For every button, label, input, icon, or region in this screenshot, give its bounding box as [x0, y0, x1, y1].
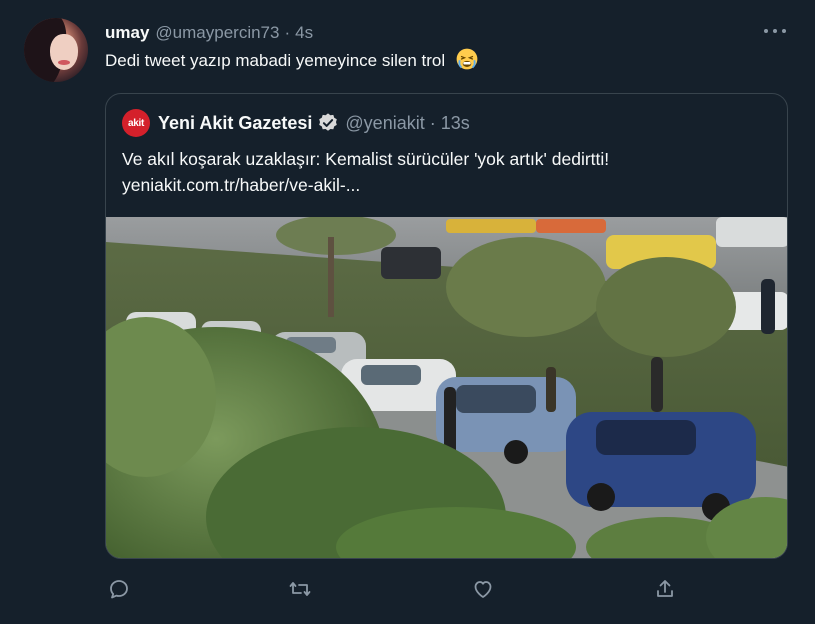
verified-badge-icon — [319, 113, 338, 131]
separator-dot: · — [284, 23, 291, 42]
reply-icon[interactable] — [107, 577, 131, 601]
tweet-actions — [105, 574, 685, 604]
quoted-body: Ve akıl koşarak uzaklaşır: Kemalist sürü… — [122, 149, 610, 169]
display-name[interactable]: umay — [105, 23, 149, 43]
retweet-icon[interactable] — [288, 577, 312, 601]
tweet-text: Dedi tweet yazıp mabadi yemeyince silen … — [105, 48, 478, 73]
tweet-header: umay @umaypercin73 · 4s — [105, 22, 313, 44]
weary-face-emoji-icon — [456, 48, 478, 70]
quoted-link[interactable]: yeniakit.com.tr/haber/ve-akil-... — [122, 172, 609, 198]
quoted-handle[interactable]: @yeniakit — [345, 113, 424, 134]
avatar[interactable] — [24, 18, 88, 82]
share-icon[interactable] — [653, 577, 677, 601]
quoted-tweet[interactable]: akit Yeni Akit Gazetesi @yeniakit · 13s … — [105, 93, 788, 559]
quoted-media-image[interactable] — [106, 217, 788, 559]
user-handle[interactable]: @umaypercin73 — [155, 23, 279, 43]
separator-dot: · — [429, 112, 436, 133]
quoted-timestamp[interactable]: 13s — [441, 113, 470, 134]
quoted-display-name[interactable]: Yeni Akit Gazetesi — [158, 113, 312, 134]
timestamp[interactable]: 4s — [295, 23, 313, 43]
like-icon[interactable] — [471, 577, 495, 601]
akit-logo[interactable]: akit — [122, 109, 150, 137]
quoted-tweet-header: akit Yeni Akit Gazetesi @yeniakit · 13s — [122, 109, 470, 137]
quoted-tweet-text: Ve akıl koşarak uzaklaşır: Kemalist sürü… — [122, 146, 609, 198]
more-options-icon[interactable] — [764, 24, 786, 38]
tweet-body: Dedi tweet yazıp mabadi yemeyince silen … — [105, 51, 446, 70]
